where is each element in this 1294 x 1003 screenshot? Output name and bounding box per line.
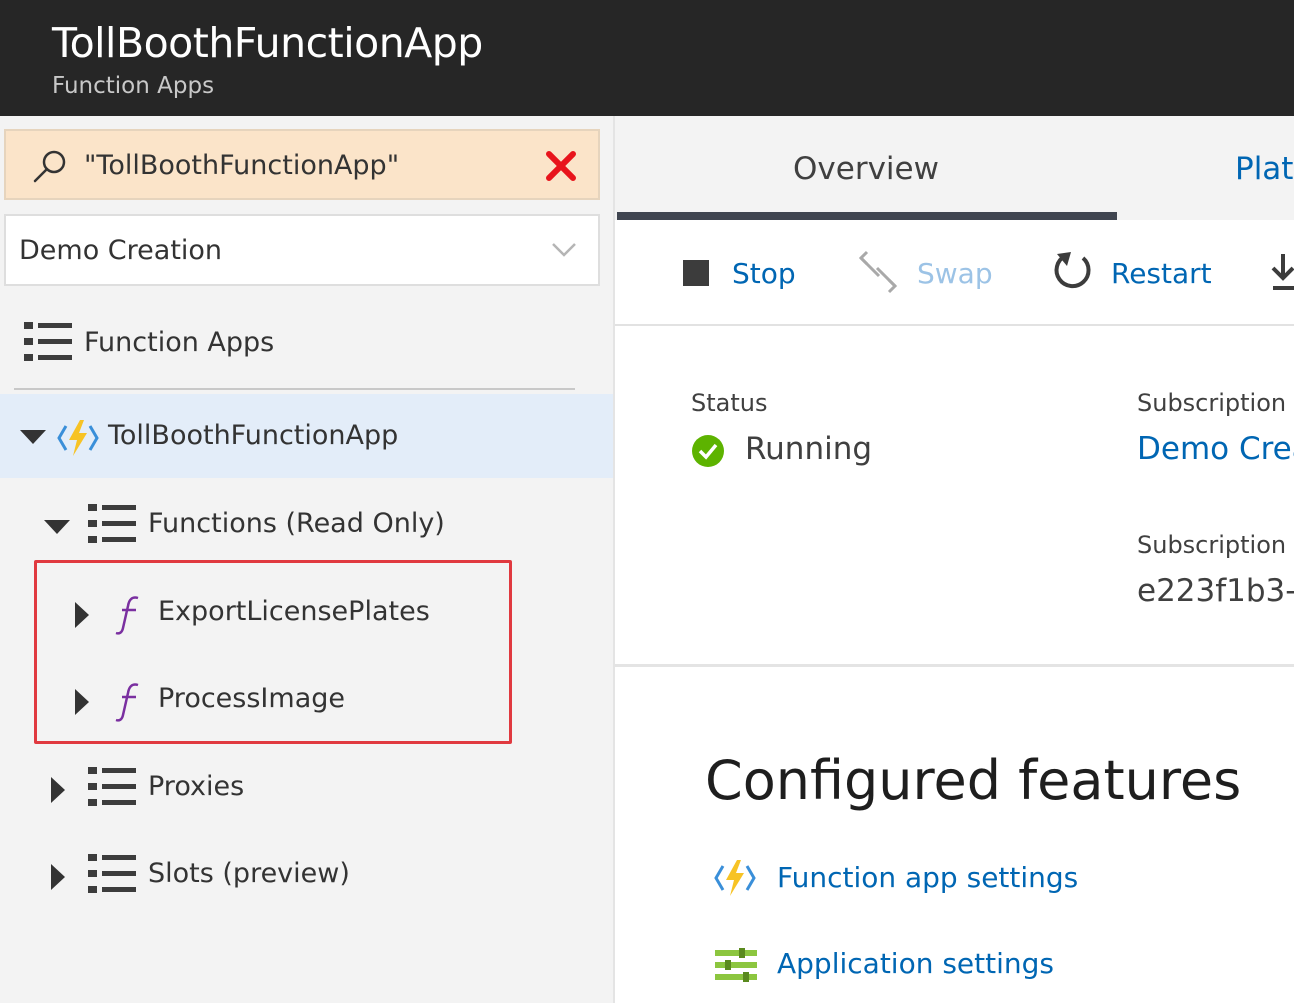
- tree-item-label: TollBoothFunctionApp: [108, 420, 399, 451]
- blade-header: TollBoothFunctionApp Function Apps: [0, 0, 1294, 116]
- stop-button[interactable]: Stop: [683, 256, 803, 296]
- feature-link-label: Application settings: [777, 947, 1055, 980]
- list-icon: [24, 322, 72, 361]
- tree-item-label: Proxies: [148, 771, 245, 802]
- subscription-id-value: e223f1b3-c: [1137, 573, 1294, 609]
- search-filter-box[interactable]: "TollBoothFunctionApp": [4, 129, 600, 200]
- swap-button-label: Swap: [917, 257, 993, 290]
- tree-item-label: Function Apps: [84, 327, 275, 358]
- restart-button[interactable]: Restart: [1053, 252, 1233, 296]
- download-button[interactable]: [1271, 254, 1294, 296]
- function-app-blade: TollBoothFunctionApp Function Apps "Toll…: [0, 0, 1294, 1003]
- list-icon: [88, 854, 136, 893]
- download-icon: [1271, 254, 1294, 290]
- tree-item-function-apps[interactable]: Function Apps: [0, 314, 613, 374]
- configured-features-heading: Configured features: [705, 749, 1242, 812]
- tree-item-functions[interactable]: Functions (Read Only): [0, 494, 613, 554]
- list-icon: [88, 767, 136, 806]
- settings-sliders-icon: [715, 948, 757, 982]
- overview-panel: Overview Platf Stop Swap: [613, 116, 1294, 1003]
- feature-link-application-settings[interactable]: Application settings: [715, 942, 1115, 988]
- tree-item-function-app[interactable]: TollBoothFunctionApp: [0, 394, 613, 478]
- tab-selected-indicator: [617, 212, 1117, 220]
- restart-icon: [1054, 252, 1091, 289]
- tree-item-slots[interactable]: Slots (preview): [0, 844, 613, 904]
- feature-link-label: Function app settings: [777, 861, 1079, 894]
- function-app-icon: [714, 860, 756, 896]
- running-check-icon: [692, 435, 724, 467]
- tree-divider: [14, 388, 575, 390]
- page-subtitle: Function Apps: [52, 73, 215, 99]
- subscription-id-label: Subscription: [1137, 531, 1287, 559]
- clear-search-icon[interactable]: [544, 149, 578, 183]
- tab-platform-features[interactable]: Platf: [1235, 150, 1294, 188]
- caret-down-icon[interactable]: [20, 430, 46, 446]
- search-icon: [33, 150, 66, 183]
- swap-icon: [859, 250, 898, 294]
- stop-button-label: Stop: [732, 257, 796, 290]
- tab-overview[interactable]: Overview: [615, 116, 1117, 220]
- caret-down-icon[interactable]: [44, 520, 70, 536]
- stop-icon: [683, 260, 709, 286]
- resource-tree-panel: "TollBoothFunctionApp" Demo Creation Fun…: [0, 116, 613, 1003]
- status-value: Running: [745, 431, 873, 467]
- caret-right-icon[interactable]: [50, 864, 66, 890]
- caret-right-icon[interactable]: [50, 777, 66, 803]
- function-app-icon: [57, 420, 99, 456]
- status-label: Status: [691, 389, 768, 417]
- subscription-label: Subscription: [1137, 389, 1287, 417]
- tree-item-label: Slots (preview): [148, 858, 350, 889]
- swap-button[interactable]: Swap: [859, 250, 999, 296]
- subscription-link[interactable]: Demo Crea: [1137, 430, 1294, 468]
- list-icon: [88, 504, 136, 543]
- tab-label: Overview: [793, 151, 939, 187]
- search-input[interactable]: "TollBoothFunctionApp": [84, 149, 399, 183]
- tab-bar: Overview Platf: [615, 116, 1294, 220]
- tree-item-label: Functions (Read Only): [148, 508, 445, 539]
- chevron-down-icon: [552, 243, 576, 257]
- subscription-dropdown-value: Demo Creation: [19, 235, 223, 266]
- restart-button-label: Restart: [1111, 257, 1212, 290]
- section-divider: [615, 664, 1294, 667]
- command-bar: Stop Swap Restart: [615, 220, 1294, 326]
- feature-link-function-app-settings[interactable]: Function app settings: [713, 856, 1113, 902]
- tree-item-proxies[interactable]: Proxies: [0, 757, 613, 817]
- subscription-dropdown[interactable]: Demo Creation: [4, 214, 600, 286]
- highlight-annotation: [34, 560, 512, 744]
- page-title: TollBoothFunctionApp: [52, 19, 483, 67]
